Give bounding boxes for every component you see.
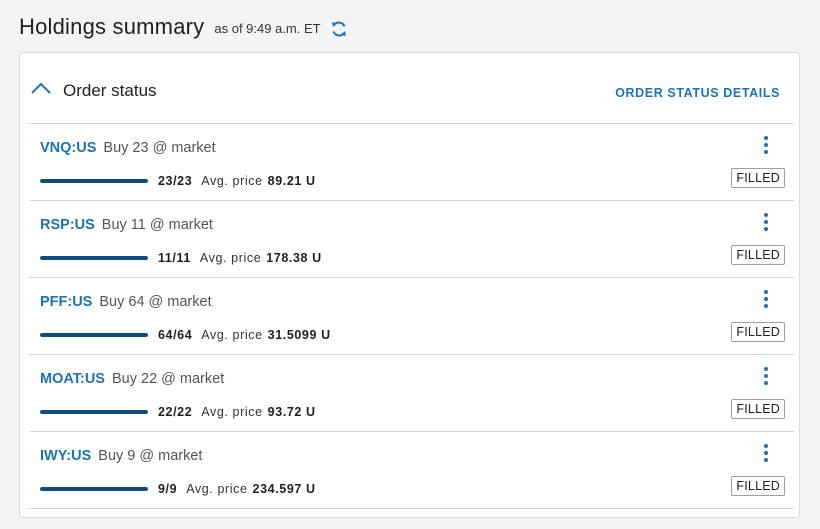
kebab-menu-icon[interactable] — [762, 136, 770, 158]
filled-quantity: 9/9 — [158, 482, 178, 496]
status-badge: FILLED — [731, 476, 785, 496]
order-description: Buy 11 @ market — [101, 217, 213, 233]
order-row: IWY:US Buy 9 @ market 9/9 Avg. price 234… — [29, 432, 794, 509]
kebab-menu-icon[interactable] — [762, 290, 770, 312]
filled-quantity: 23/23 — [158, 174, 193, 188]
avg-price-label: Avg. price — [186, 482, 248, 496]
order-symbol-link[interactable]: IWY:US — [40, 448, 91, 464]
status-badge: FILLED — [731, 399, 785, 419]
order-row: VNQ:US Buy 23 @ market 23/23 Avg. price … — [29, 124, 794, 201]
order-symbol-link[interactable]: MOAT:US — [40, 371, 105, 387]
order-list: VNQ:US Buy 23 @ market 23/23 Avg. price … — [29, 123, 794, 509]
kebab-menu-icon[interactable] — [762, 444, 770, 466]
order-status-details-link[interactable]: ORDER STATUS DETAILS — [615, 86, 780, 100]
filled-quantity: 22/22 — [158, 405, 193, 419]
fill-progress-bar — [40, 487, 148, 491]
order-status-header: Order status ORDER STATUS DETAILS — [20, 53, 799, 125]
status-badge: FILLED — [731, 245, 785, 265]
avg-price-label: Avg. price — [199, 251, 262, 265]
order-row: RSP:US Buy 11 @ market 11/11 Avg. price … — [29, 201, 794, 278]
filled-quantity: 11/11 — [158, 251, 191, 265]
order-symbol-link[interactable]: RSP:US — [40, 217, 95, 233]
order-description: Buy 64 @ market — [99, 294, 212, 310]
order-symbol-link[interactable]: PFF:US — [40, 294, 92, 310]
order-row: PFF:US Buy 64 @ market 64/64 Avg. price … — [29, 278, 794, 355]
order-description: Buy 22 @ market — [111, 371, 225, 387]
avg-price-value: 31.5099 U — [267, 328, 331, 342]
avg-price-value: 93.72 U — [267, 405, 316, 419]
order-description: Buy 23 @ market — [103, 140, 216, 156]
status-badge: FILLED — [731, 168, 785, 188]
avg-price-label: Avg. price — [201, 174, 263, 188]
holdings-header: Holdings summary as of 9:49 a.m. ET — [19, 14, 349, 40]
avg-price-value: 89.21 U — [267, 174, 316, 188]
avg-price-value: 178.38 U — [266, 251, 322, 265]
chevron-up-icon[interactable] — [30, 81, 52, 95]
status-badge: FILLED — [731, 322, 785, 342]
order-row: MOAT:US Buy 22 @ market 22/22 Avg. price… — [29, 355, 794, 432]
filled-quantity: 64/64 — [158, 328, 193, 342]
kebab-menu-icon[interactable] — [762, 213, 770, 235]
order-description: Buy 9 @ market — [98, 448, 203, 464]
fill-progress-bar — [40, 333, 148, 337]
fill-progress-bar — [40, 410, 148, 414]
section-title: Order status — [63, 81, 157, 100]
fill-progress-bar — [40, 256, 148, 260]
order-symbol-link[interactable]: VNQ:US — [40, 140, 96, 156]
avg-price-label: Avg. price — [201, 328, 263, 342]
fill-progress-bar — [40, 179, 148, 183]
order-status-card: Order status ORDER STATUS DETAILS VNQ:US… — [19, 52, 800, 518]
avg-price-label: Avg. price — [201, 405, 263, 419]
page-title: Holdings summary — [19, 14, 205, 39]
refresh-icon[interactable] — [329, 19, 349, 39]
avg-price-value: 234.597 U — [252, 482, 316, 496]
kebab-menu-icon[interactable] — [762, 367, 770, 389]
as-of-timestamp: as of 9:49 a.m. ET — [214, 21, 321, 36]
